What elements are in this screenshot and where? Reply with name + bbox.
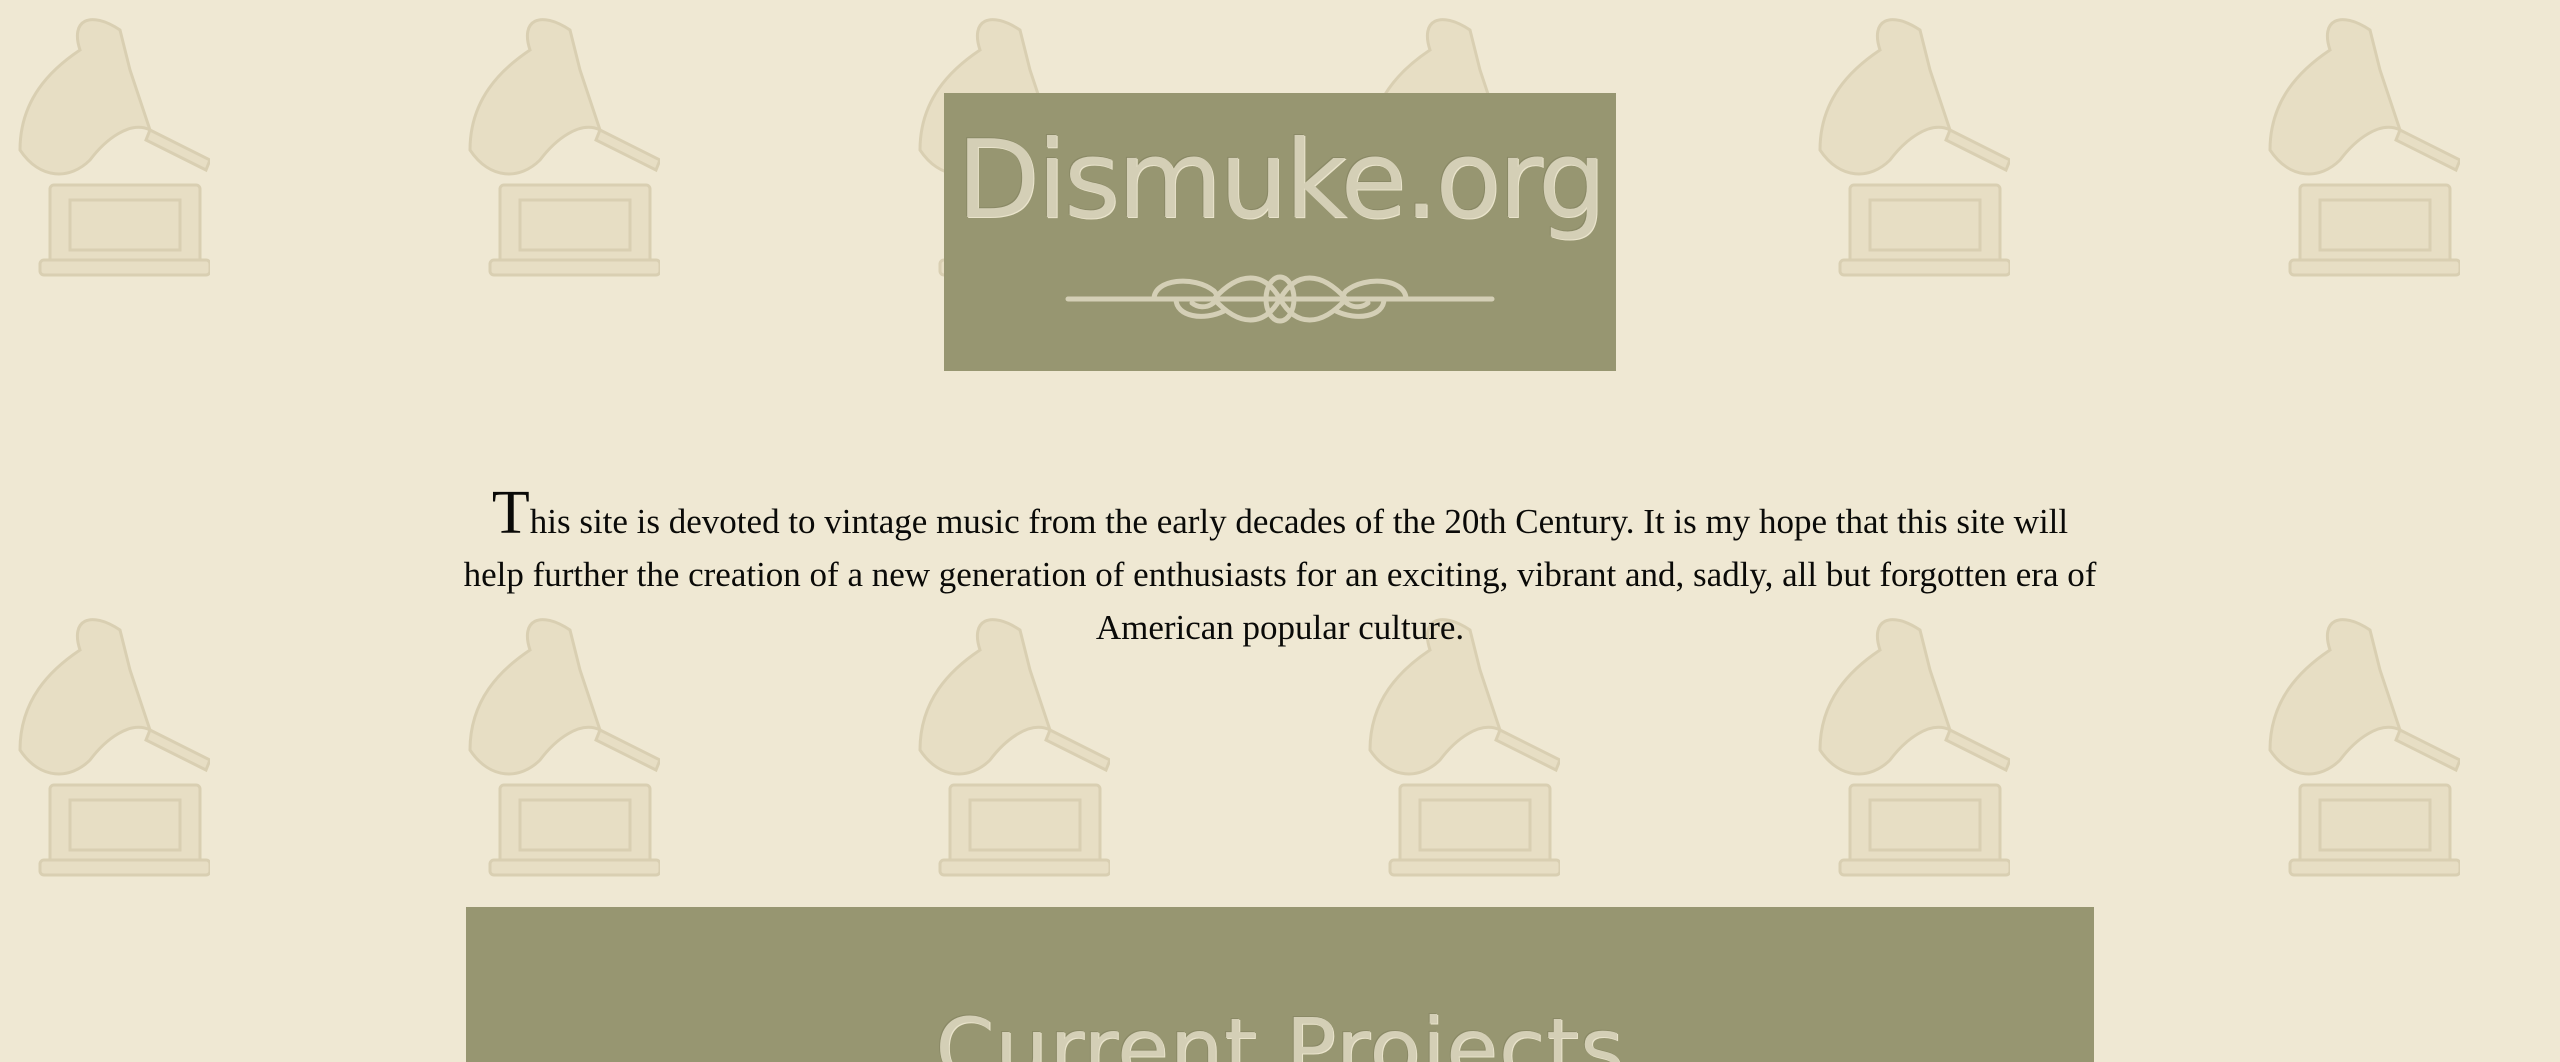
ornamental-flourish-icon xyxy=(1065,274,1495,324)
gramophone-icon xyxy=(1810,10,2012,290)
gramophone-icon xyxy=(10,10,212,290)
drop-cap: T xyxy=(491,479,530,547)
gramophone-icon xyxy=(2260,10,2462,290)
intro-text: his site is devoted to vintage music fro… xyxy=(463,502,2097,648)
gramophone-icon xyxy=(460,10,662,290)
site-logo[interactable]: Dismuke.org xyxy=(944,93,1616,371)
section-title: Current Projects xyxy=(935,1000,1625,1062)
gramophone-icon xyxy=(10,610,212,890)
intro-paragraph: This site is devoted to vintage music fr… xyxy=(462,482,2098,655)
site-logo-text: Dismuke.org xyxy=(956,118,1607,243)
gramophone-icon xyxy=(2260,610,2462,890)
current-projects-banner[interactable]: Current Projects xyxy=(466,907,2094,1062)
